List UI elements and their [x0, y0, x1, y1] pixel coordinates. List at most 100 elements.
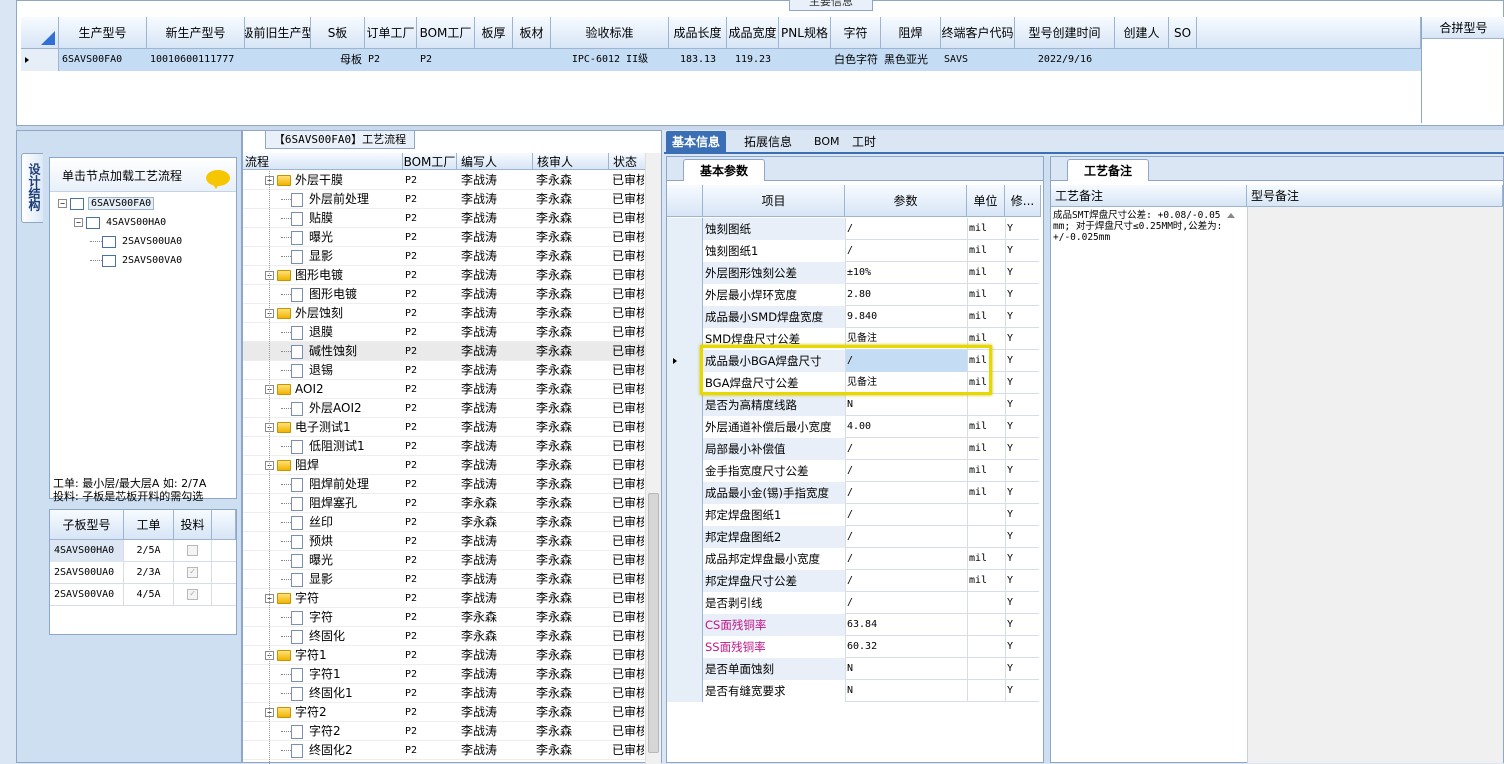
top-cell-6[interactable]: P2 — [417, 49, 475, 71]
flow-row[interactable]: 显影 P2 李战涛 李永森 已审核 — [243, 570, 653, 589]
top-cell-16[interactable]: 2022/9/16 — [1015, 49, 1115, 71]
top-cell-9[interactable]: IPC-6012 II级 — [551, 49, 669, 71]
param-value[interactable]: / — [845, 570, 967, 592]
param-item[interactable]: 是否有缝宽要求 — [703, 680, 845, 702]
param-row[interactable]: 邦定焊盘图纸2 / Y — [667, 526, 1039, 548]
param-item[interactable]: 外层通道补偿后最小宽度 — [703, 416, 845, 438]
tab-extended-info[interactable]: 拓展信息 — [738, 131, 798, 153]
flow-row[interactable]: 贴膜 P2 李战涛 李永森 已审核 — [243, 209, 653, 228]
notes-col-model[interactable]: 型号备注 — [1247, 185, 1503, 207]
top-cell-2[interactable]: 10010600111777 — [147, 49, 245, 71]
param-value[interactable]: 60.32 — [845, 636, 967, 658]
param-mod[interactable]: Y — [1005, 504, 1041, 526]
sub-board-row[interactable]: 4SAVS00HA0 2/5A — [50, 540, 236, 562]
sub-model-cell[interactable]: 2SAVS00VA0 — [50, 584, 124, 606]
param-row[interactable]: CS面残铜率 63.84 Y — [667, 614, 1039, 636]
param-value[interactable]: 2.80 — [845, 284, 967, 306]
param-value[interactable]: / — [845, 438, 967, 460]
flow-row[interactable]: 外层AOI2 P2 李战涛 李永森 已审核 — [243, 399, 653, 418]
flow-row[interactable]: 终固化1 P2 李战涛 李永森 已审核 — [243, 684, 653, 703]
top-col-1[interactable]: 生产型号 — [59, 17, 147, 49]
top-grid-corner[interactable] — [21, 17, 59, 49]
flow-row[interactable]: 字符2 P2 李战涛 李永森 已审核 — [243, 722, 653, 741]
param-value[interactable]: / — [845, 460, 967, 482]
param-mod[interactable]: Y — [1005, 570, 1041, 592]
top-col-4[interactable]: S板 — [311, 17, 365, 49]
notes-tab[interactable]: 工艺备注 — [1067, 159, 1149, 181]
param-row[interactable]: SS面残铜率 60.32 Y — [667, 636, 1039, 658]
top-cell-7[interactable] — [475, 49, 513, 71]
param-mod[interactable]: Y — [1005, 636, 1041, 658]
top-cell-12[interactable] — [779, 49, 831, 71]
sub-col-feed[interactable]: 投料 — [174, 510, 212, 540]
param-mod[interactable]: Y — [1005, 372, 1041, 394]
flow-row[interactable]: 退锡 P2 李战涛 李永森 已审核 — [243, 361, 653, 380]
param-row[interactable]: 局部最小补偿值 / mil Y — [667, 438, 1039, 460]
top-cell-18[interactable] — [1169, 49, 1197, 71]
flow-row[interactable]: − AOI2 P2 李战涛 李永森 已审核 — [243, 380, 653, 399]
top-cell-1[interactable]: 6SAVS00FA0 — [59, 49, 147, 71]
param-item[interactable]: SS面残铜率 — [703, 636, 845, 658]
param-mod[interactable]: Y — [1005, 460, 1041, 482]
param-item[interactable]: 金手指宽度尺寸公差 — [703, 460, 845, 482]
param-value[interactable]: N — [845, 658, 967, 680]
param-row[interactable]: 是否有缝宽要求 N Y — [667, 680, 1039, 702]
param-row[interactable]: 成品最小SMD焊盘宽度 9.840 mil Y — [667, 306, 1039, 328]
param-item[interactable]: 局部最小补偿值 — [703, 438, 845, 460]
param-row[interactable]: 是否剥引线 / Y — [667, 592, 1039, 614]
top-col-8[interactable]: 板材 — [513, 17, 551, 49]
top-col-10[interactable]: 成品长度 — [669, 17, 727, 49]
top-col-15[interactable]: 终端客户代码 — [941, 17, 1015, 49]
sub-feed-checkbox[interactable]: ✓ — [174, 584, 212, 606]
top-grid-row[interactable]: 6SAVS00FA0 10010600111777 母板 P2 P2 IPC-6012 I… — [21, 49, 1421, 71]
flow-row[interactable]: 曝光 P2 李战涛 李永森 已审核 — [243, 551, 653, 570]
param-item[interactable]: CS面残铜率 — [703, 614, 845, 636]
flow-row[interactable]: 预烘 P2 李战涛 李永森 已审核 — [243, 532, 653, 551]
process-note-text[interactable]: 成品SMT焊盘尺寸公差: +0.08/-0.05mm; 对于焊盘尺寸≤0.25M… — [1053, 210, 1225, 243]
params-col-mod[interactable]: 修... — [1005, 185, 1041, 217]
param-mod[interactable]: Y — [1005, 438, 1041, 460]
model-note-area[interactable] — [1247, 207, 1503, 763]
flow-row[interactable]: 低阻测试1 P2 李战涛 李永森 已审核 — [243, 437, 653, 456]
flow-row[interactable]: 终固化2 P2 李战涛 李永森 已审核 — [243, 741, 653, 760]
param-value[interactable]: 63.84 — [845, 614, 967, 636]
sub-col-model[interactable]: 子板型号 — [50, 510, 124, 540]
param-value[interactable]: / — [845, 218, 967, 240]
top-cell-17[interactable] — [1115, 49, 1169, 71]
params-col-item[interactable]: 项目 — [703, 185, 845, 217]
param-row[interactable]: 邦定焊盘图纸1 / Y — [667, 504, 1039, 526]
param-mod[interactable]: Y — [1005, 482, 1041, 504]
tab-basic-info[interactable]: 基本信息 — [666, 131, 727, 153]
param-row[interactable]: 是否单面蚀刻 N Y — [667, 658, 1039, 680]
top-cell-3[interactable] — [245, 49, 311, 71]
top-col-2[interactable]: 新生产型号 — [147, 17, 245, 49]
flow-col-process[interactable]: 流程 — [243, 153, 403, 170]
flow-row[interactable]: − 阻焊 P2 李战涛 李永森 已审核 — [243, 456, 653, 475]
param-mod[interactable]: Y — [1005, 614, 1041, 636]
flow-col-writer[interactable]: 编写人 — [457, 153, 533, 170]
sub-board-row[interactable]: 2SAVS00UA0 2/3A ✓ — [50, 562, 236, 584]
flow-row[interactable]: − 图形电镀 P2 李战涛 李永森 已审核 — [243, 266, 653, 285]
param-mod[interactable]: Y — [1005, 680, 1041, 702]
param-mod[interactable]: Y — [1005, 658, 1041, 680]
param-value[interactable]: N — [845, 394, 967, 416]
param-mod[interactable]: Y — [1005, 306, 1041, 328]
top-col-7[interactable]: 板厚 — [475, 17, 513, 49]
params-tab[interactable]: 基本参数 — [683, 159, 765, 181]
params-col-unit[interactable]: 单位 — [967, 185, 1005, 217]
param-value[interactable]: / — [845, 526, 967, 548]
param-row[interactable]: 成品邦定焊盘最小宽度 / mil Y — [667, 548, 1039, 570]
flow-row[interactable]: − 电子测试1 P2 李战涛 李永森 已审核 — [243, 418, 653, 437]
tab-bom[interactable]: BOM — [808, 131, 846, 153]
flow-row[interactable]: − 外层蚀刻 P2 李战涛 李永森 已审核 — [243, 304, 653, 323]
param-mod[interactable]: Y — [1005, 262, 1041, 284]
param-item[interactable]: 外层最小焊环宽度 — [703, 284, 845, 306]
collapse-icon[interactable]: − — [74, 218, 83, 227]
param-mod[interactable]: Y — [1005, 592, 1041, 614]
flow-row[interactable]: 字符1 P2 李战涛 李永森 已审核 — [243, 665, 653, 684]
collapse-icon[interactable]: − — [58, 199, 67, 208]
top-col-13[interactable]: 字符 — [831, 17, 881, 49]
flow-row[interactable]: 字符 P2 李永森 李永森 已审核 — [243, 608, 653, 627]
tree-node-1[interactable]: − 4SAVS00HA0 — [74, 213, 168, 232]
top-cell-15[interactable]: SAVS — [941, 49, 1015, 71]
